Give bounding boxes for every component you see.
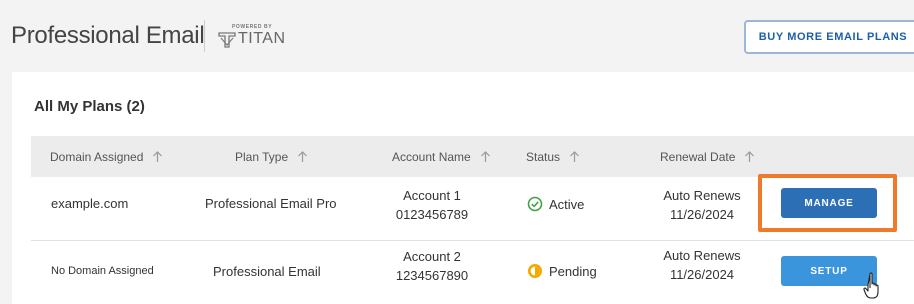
pending-clock-icon xyxy=(528,264,542,278)
header-divider xyxy=(204,20,205,52)
column-header-account-name[interactable]: Account Name xyxy=(392,136,491,177)
column-header-renewal-date[interactable]: Renewal Date xyxy=(660,136,755,177)
hand-pointer-icon xyxy=(863,272,879,299)
status-badge: Pending xyxy=(527,263,597,279)
column-header-plan-type[interactable]: Plan Type xyxy=(235,136,308,177)
column-header-status[interactable]: Status xyxy=(526,136,580,177)
manage-button[interactable]: MANAGE xyxy=(781,188,877,218)
column-header-domain[interactable]: Domain Assigned xyxy=(50,136,163,177)
renewal-date: Auto Renews 11/26/2024 xyxy=(652,246,752,284)
row-account: Account 2 1234567890 xyxy=(380,247,484,285)
status-label: Active xyxy=(549,196,585,212)
renewal-date-value: 11/26/2024 xyxy=(669,267,735,282)
check-circle-icon xyxy=(527,196,543,212)
table-header: Domain Assigned Plan Type Account Name S… xyxy=(31,136,914,177)
renewal-date: Auto Renews 11/26/2024 xyxy=(652,186,752,224)
row-domain: No Domain Assigned xyxy=(51,265,154,277)
arrow-up-icon xyxy=(480,151,490,162)
account-name: Account 1 xyxy=(403,188,461,203)
buy-more-email-plans-button[interactable]: BUY MORE EMAIL PLANS xyxy=(744,20,914,54)
titan-logo: POWERED BY TITAN xyxy=(218,24,298,52)
account-name: Account 2 xyxy=(403,249,461,264)
row-divider xyxy=(31,240,914,241)
titan-icon xyxy=(218,32,236,48)
titan-brand: TITAN xyxy=(238,30,286,47)
page-title: Professional Email xyxy=(11,22,205,49)
account-number: 0123456789 xyxy=(395,207,469,222)
plans-title: All My Plans (2) xyxy=(34,98,145,115)
arrow-up-icon xyxy=(298,151,308,162)
arrow-up-icon xyxy=(570,151,579,162)
renewal-date-value: 11/26/2024 xyxy=(669,207,735,222)
row-account: Account 1 0123456789 xyxy=(380,186,484,224)
arrow-up-icon xyxy=(745,151,755,162)
renewal-label: Auto Renews xyxy=(663,248,741,263)
renewal-label: Auto Renews xyxy=(663,188,741,203)
row-plan-type: Professional Email xyxy=(213,264,321,279)
page-header: Professional Email POWERED BY TITAN BUY … xyxy=(0,0,914,72)
arrow-up-icon xyxy=(153,151,163,162)
account-number: 1234567890 xyxy=(395,268,469,283)
status-badge: Active xyxy=(527,196,584,212)
row-plan-type: Professional Email Pro xyxy=(205,196,337,211)
row-domain: example.com xyxy=(51,196,129,211)
status-label: Pending xyxy=(549,263,597,279)
